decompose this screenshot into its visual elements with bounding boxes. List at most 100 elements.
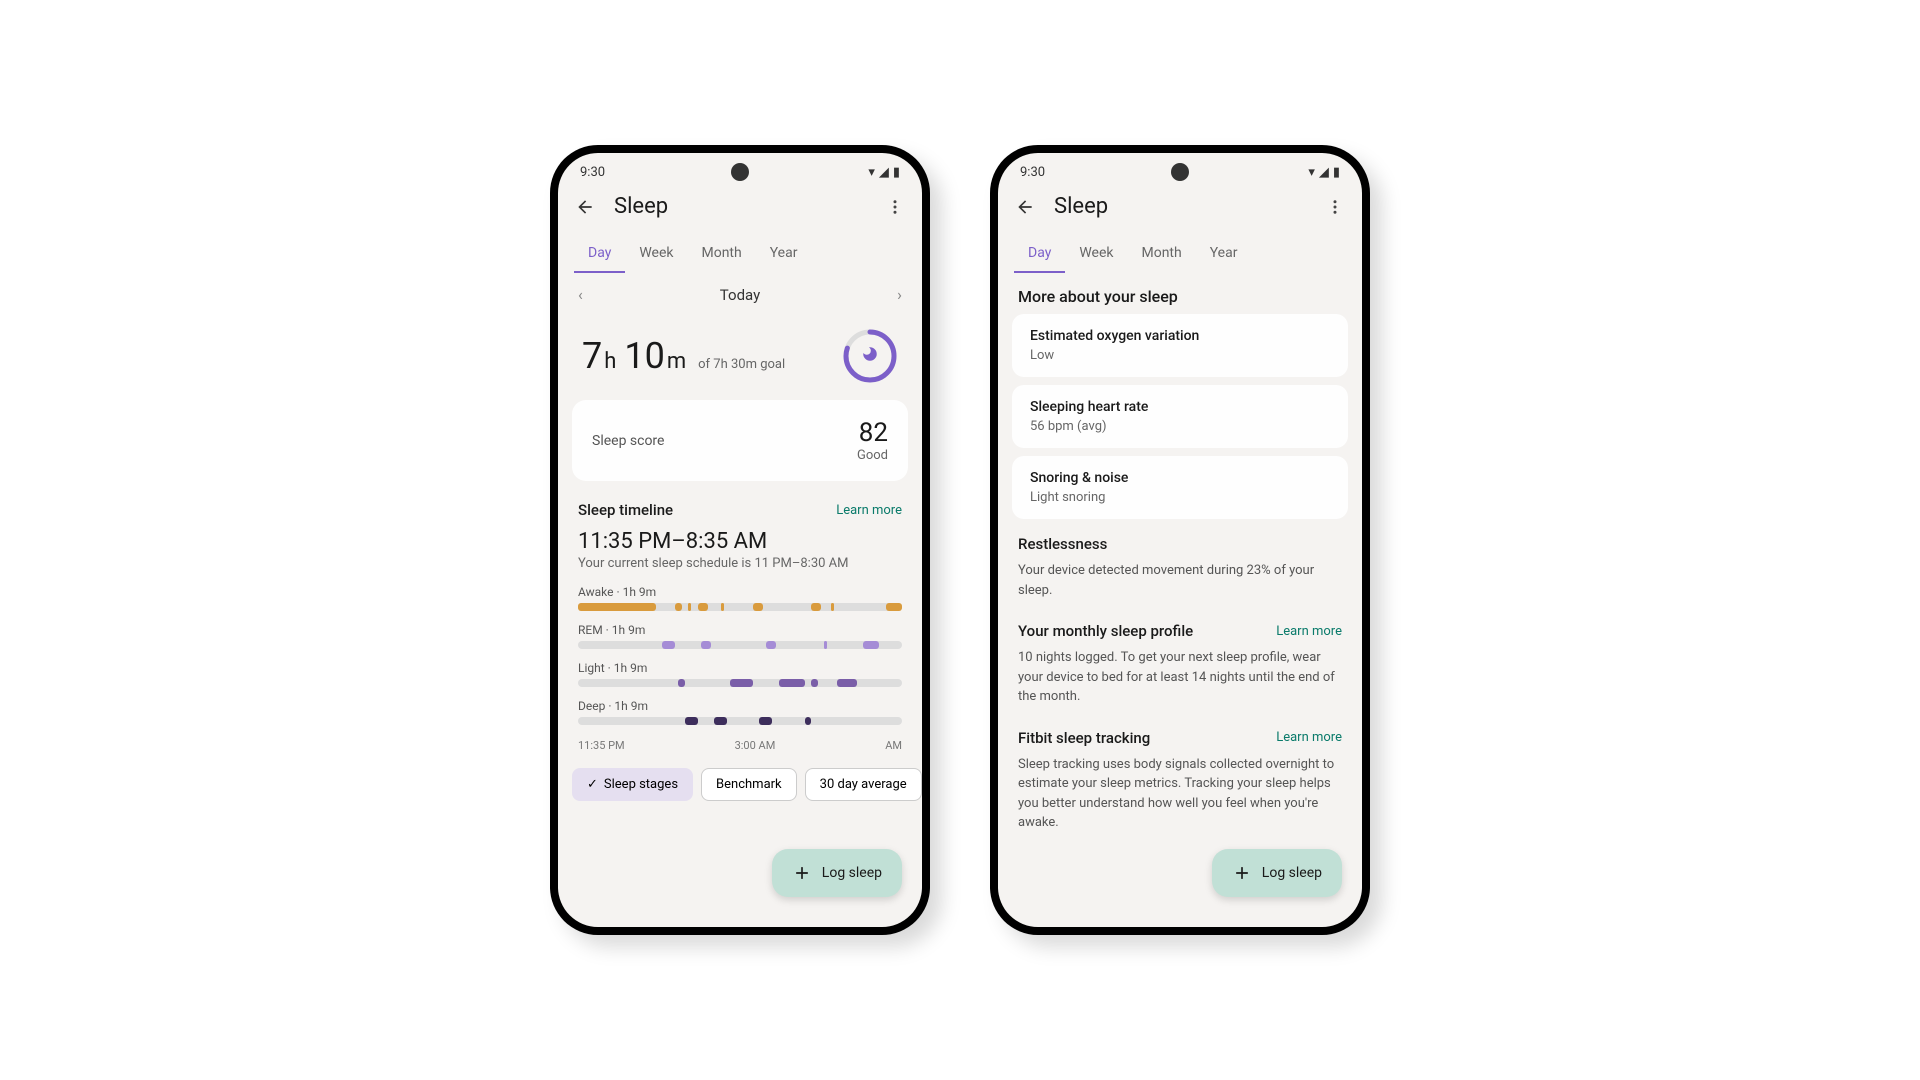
deep-label: Deep · 1h 9m [578,699,902,713]
stage-awake: Awake · 1h 9m [558,581,922,619]
restlessness-title: Restlessness [998,527,1362,555]
heart-value: 56 bpm (avg) [1030,419,1330,434]
status-time: 9:30 [580,165,605,180]
oxygen-title: Estimated oxygen variation [1030,328,1330,344]
fitbit-header: Fitbit sleep tracking Learn more [998,721,1362,749]
fab-label: Log sleep [1262,865,1322,881]
page-title: Sleep [1054,194,1306,219]
page-title: Sleep [614,194,866,219]
score-label: Sleep score [592,433,664,449]
log-sleep-fab[interactable]: Log sleep [1212,849,1342,897]
score-card[interactable]: Sleep score 82 Good [572,400,908,481]
monthly-title: Your monthly sleep profile [1018,622,1193,640]
plus-icon [1232,863,1252,883]
screen-right: 9:30 ▾ ◢ ▮ Sleep Day Week Month Year Mor… [998,153,1362,927]
screen-left: 9:30 ▾ ◢ ▮ Sleep Day Week Month Year ‹ T… [558,153,922,927]
fitbit-title: Fitbit sleep tracking [1018,729,1150,747]
timeline-range: 11:35 PM–8:35 AM [558,525,922,554]
view-chips: ✓Sleep stages Benchmark 30 day average [558,758,922,811]
axis-start: 11:35 PM [578,739,625,752]
status-icons: ▾ ◢ ▮ [1308,165,1340,180]
hours-value: 7 [582,335,602,377]
oxygen-card[interactable]: Estimated oxygen variation Low [1012,314,1348,377]
progress-ring [842,328,898,384]
hours-unit: h [604,349,616,374]
stage-deep: Deep · 1h 9m [558,695,922,733]
tab-year[interactable]: Year [1196,235,1252,273]
timeline-title: Sleep timeline [578,501,673,519]
signal-icon: ◢ [1319,165,1329,180]
phone-left: 9:30 ▾ ◢ ▮ Sleep Day Week Month Year ‹ T… [550,145,930,935]
log-sleep-fab[interactable]: Log sleep [772,849,902,897]
date-prev[interactable]: ‹ [578,285,583,304]
score-word: Good [857,448,888,463]
battery-icon: ▮ [893,165,900,180]
overflow-menu[interactable] [884,196,906,218]
timeline-header: Sleep timeline Learn more [558,491,922,525]
arrow-left-icon [1015,197,1035,217]
fitbit-body: Sleep tracking uses body signals collect… [998,749,1362,847]
axis-end: AM [885,739,902,752]
date-navigator: ‹ Today › [558,273,922,316]
plus-icon [792,863,812,883]
stage-light: Light · 1h 9m [558,657,922,695]
snoring-title: Snoring & noise [1030,470,1330,486]
back-button[interactable] [574,196,596,218]
goal-text: of 7h 30m goal [698,357,785,372]
chip-benchmark[interactable]: Benchmark [701,768,797,801]
more-vert-icon [1326,198,1344,216]
more-vert-icon [886,198,904,216]
moon-icon [861,345,879,367]
arrow-left-icon [575,197,595,217]
app-header: Sleep [558,184,922,229]
duration-text: 7 h 10 m of 7h 30m goal [582,335,785,377]
back-button[interactable] [1014,196,1036,218]
period-tabs: Day Week Month Year [998,229,1362,273]
chip-avg[interactable]: 30 day average [805,768,922,801]
restlessness-body: Your device detected movement during 23%… [998,555,1362,614]
chip-stages[interactable]: ✓Sleep stages [572,768,693,801]
battery-icon: ▮ [1333,165,1340,180]
period-tabs: Day Week Month Year [558,229,922,273]
check-icon: ✓ [587,777,598,792]
tab-month[interactable]: Month [1127,235,1195,273]
oxygen-value: Low [1030,348,1330,363]
fitbit-learn-more[interactable]: Learn more [1276,730,1342,745]
mins-unit: m [667,349,686,374]
phone-right: 9:30 ▾ ◢ ▮ Sleep Day Week Month Year Mor… [990,145,1370,935]
snoring-card[interactable]: Snoring & noise Light snoring [1012,456,1348,519]
tab-month[interactable]: Month [687,235,755,273]
camera-cutout [731,163,749,181]
heart-title: Sleeping heart rate [1030,399,1330,415]
tab-day[interactable]: Day [1014,235,1065,273]
status-icons: ▾ ◢ ▮ [868,165,900,180]
heart-card[interactable]: Sleeping heart rate 56 bpm (avg) [1012,385,1348,448]
tab-week[interactable]: Week [1065,235,1127,273]
mins-value: 10 [624,335,664,377]
overflow-menu[interactable] [1324,196,1346,218]
status-time: 9:30 [1020,165,1045,180]
tab-week[interactable]: Week [625,235,687,273]
monthly-header: Your monthly sleep profile Learn more [998,614,1362,642]
duration-summary: 7 h 10 m of 7h 30m goal [558,316,922,400]
date-next[interactable]: › [897,285,902,304]
light-label: Light · 1h 9m [578,661,902,675]
app-header: Sleep [998,184,1362,229]
tab-year[interactable]: Year [756,235,812,273]
date-label: Today [720,286,760,304]
camera-cutout [1171,163,1189,181]
monthly-body: 10 nights logged. To get your next sleep… [998,642,1362,721]
more-heading: More about your sleep [998,273,1362,314]
axis-mid: 3:00 AM [735,739,776,752]
awake-label: Awake · 1h 9m [578,585,902,599]
timeline-learn-more[interactable]: Learn more [836,503,902,518]
tab-day[interactable]: Day [574,235,625,273]
signal-icon: ◢ [879,165,889,180]
time-axis: 11:35 PM 3:00 AM AM [558,733,922,758]
snoring-value: Light snoring [1030,490,1330,505]
schedule-text: Your current sleep schedule is 11 PM–8:3… [558,554,922,581]
monthly-learn-more[interactable]: Learn more [1276,624,1342,639]
rem-label: REM · 1h 9m [578,623,902,637]
wifi-icon: ▾ [868,165,875,180]
wifi-icon: ▾ [1308,165,1315,180]
